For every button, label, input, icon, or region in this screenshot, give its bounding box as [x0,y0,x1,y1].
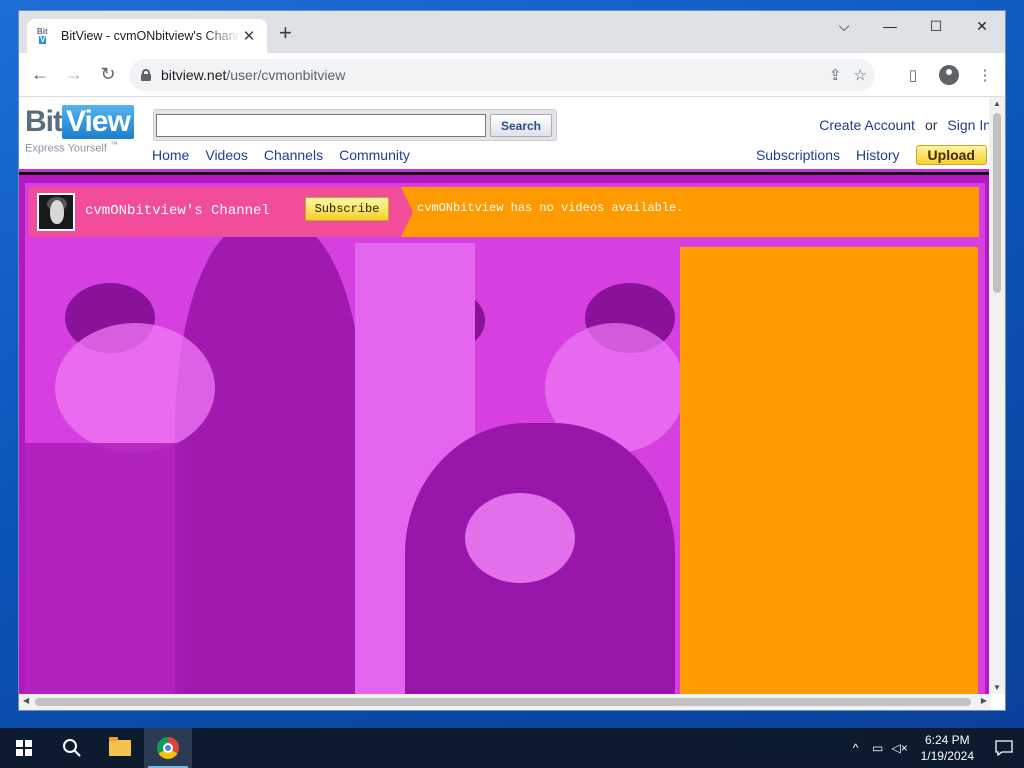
menu-kebab-icon[interactable]: ⋮ [971,61,999,89]
channel-banner: cvmONbitview's Channel Subscribe cvmONbi… [29,187,979,237]
user-nav: Subscriptions History Upload [756,145,987,165]
vertical-scroll-thumb[interactable] [993,113,1001,293]
nav-community[interactable]: Community [339,147,410,163]
reload-icon[interactable]: ↻ [91,58,125,92]
url-path: /user/cvmonbitview [226,67,346,83]
channel-avatar[interactable] [37,193,75,231]
profile-avatar-icon[interactable] [935,61,963,89]
notifications-icon[interactable] [984,728,1024,768]
search-icon [63,739,81,757]
nav-channels[interactable]: Channels [264,147,323,163]
url-host: bitview.net [161,67,227,83]
tray-chevron-icon[interactable]: ^ [845,741,867,755]
search-taskbar-button[interactable] [48,728,96,768]
create-account-link[interactable]: Create Account [819,117,915,133]
side-panel-icon[interactable]: ▯ [899,61,927,89]
system-tray: ^ ▭ ◁× 6:24 PM 1/19/2024 [845,728,1024,768]
history-link[interactable]: History [856,147,900,163]
logo-view: View [62,105,134,139]
taskbar: ^ ▭ ◁× 6:24 PM 1/19/2024 [0,728,1024,768]
clock-date: 1/19/2024 [920,749,974,763]
address-bar[interactable]: bitview.net/user/cvmonbitview ⇪ ☆ [129,59,875,91]
tab-title: BitView - cvmONbitview's Channel [61,29,241,43]
new-tab-icon[interactable]: + [279,22,292,44]
window-controls: ⌵ — ☐ ✕ [821,11,1005,41]
or-text: or [924,117,938,133]
bitview-favicon-icon: Bit V [37,27,48,44]
search-input[interactable] [156,114,486,137]
bitview-logo[interactable]: Bit View Express Yourself ™ [25,105,134,155]
clock-time: 6:24 PM [924,733,970,747]
chrome-taskbar-button[interactable] [144,728,192,768]
volume-muted-icon[interactable]: ◁× [889,741,911,755]
subscriptions-link[interactable]: Subscriptions [756,147,840,163]
tab-close-icon[interactable]: ✕ [241,27,257,45]
horizontal-scrollbar[interactable]: ◀ ▶ [19,694,991,710]
back-icon[interactable]: ← [23,58,57,92]
channel-sidebar-box [680,247,978,694]
chrome-icon [157,737,179,759]
tagline: Express Yourself ™ [25,140,118,155]
nav-videos[interactable]: Videos [205,147,248,163]
minimize-icon[interactable]: — [867,11,913,41]
scroll-up-icon[interactable]: ▲ [993,99,1001,108]
upload-button[interactable]: Upload [915,145,987,165]
browser-toolbar: ← → ↻ bitview.net/user/cvmonbitview ⇪ ☆ … [19,53,1005,97]
horizontal-scroll-thumb[interactable] [35,698,971,706]
start-button[interactable] [0,728,48,768]
lock-icon[interactable] [141,69,151,81]
maximize-icon[interactable]: ☐ [913,11,959,41]
title-bar: Bit V BitView - cvmONbitview's Channel ✕… [19,11,1005,53]
vertical-scrollbar[interactable]: ▲ ▼ [989,97,1005,694]
browser-tab[interactable]: Bit V BitView - cvmONbitview's Channel ✕ [27,19,267,53]
windows-logo-icon [16,740,32,756]
scroll-right-icon[interactable]: ▶ [981,696,987,705]
scroll-left-icon[interactable]: ◀ [23,696,29,705]
search-button[interactable]: Search [490,114,552,137]
subscribe-button[interactable]: Subscribe [305,197,389,221]
sign-in-link[interactable]: Sign In [947,117,991,133]
bookmark-star-icon[interactable]: ☆ [854,66,867,84]
close-window-icon[interactable]: ✕ [959,11,1005,41]
channel-page: cvmONbitview's Channel Subscribe cvmONbi… [19,175,991,694]
auth-links: Create Account or Sign In [819,117,991,133]
nav-home[interactable]: Home [152,147,189,163]
clock[interactable]: 6:24 PM 1/19/2024 [921,732,974,764]
forward-icon[interactable]: → [57,58,91,92]
site-header: Bit View Express Yourself ™ Search Home V… [19,97,991,175]
main-nav: Home Videos Channels Community [152,147,410,163]
search-form: Search [153,109,557,141]
file-explorer-button[interactable] [96,728,144,768]
channel-title: cvmONbitview's Channel [85,203,270,219]
browser-window: Bit V BitView - cvmONbitview's Channel ✕… [18,10,1006,711]
no-videos-message: cvmONbitview has no videos available. [417,201,684,215]
scroll-down-icon[interactable]: ▼ [993,683,1001,692]
network-icon[interactable]: ▭ [867,741,889,755]
share-icon[interactable]: ⇪ [829,66,842,84]
page-viewport: Bit View Express Yourself ™ Search Home V… [19,97,991,694]
tab-search-icon[interactable]: ⌵ [821,11,867,41]
logo-bit: Bit [25,105,63,138]
folder-icon [109,737,131,756]
